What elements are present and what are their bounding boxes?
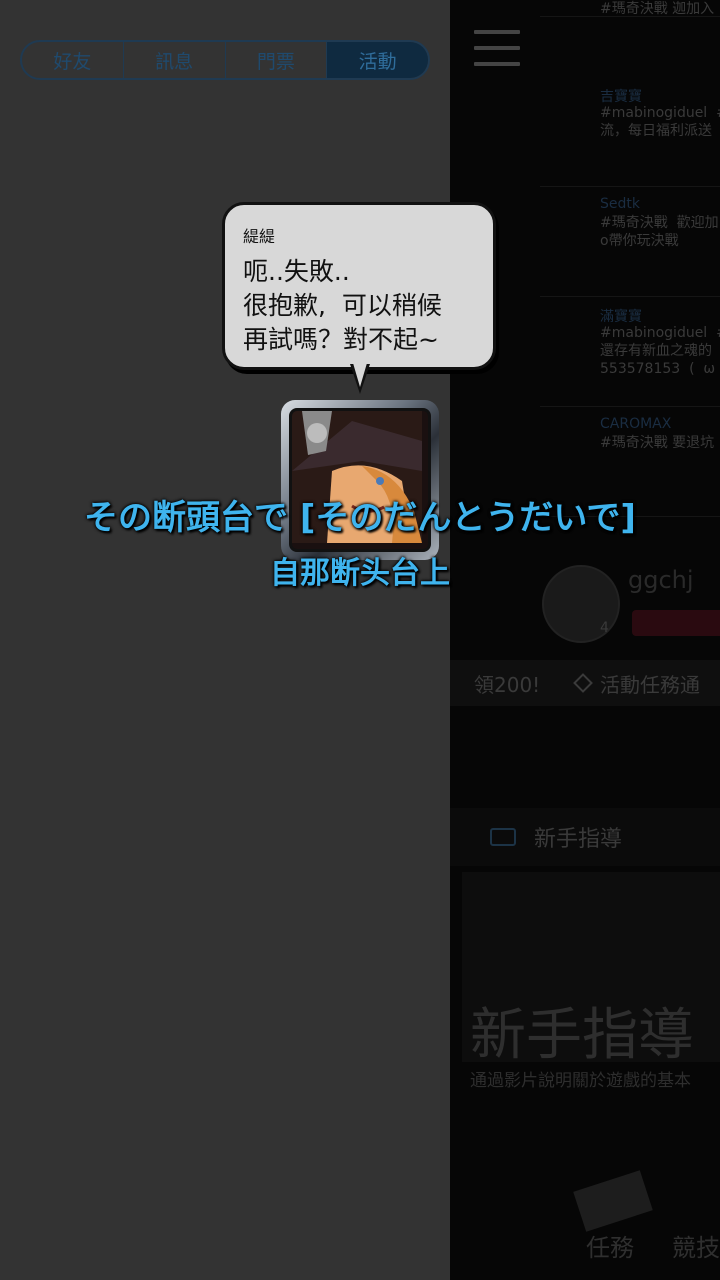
speaker-name: 緹緹 bbox=[243, 227, 276, 246]
feed-text: #mabinogiduel # 流，每日福利派送 bbox=[600, 105, 720, 139]
tab-events[interactable]: 活動 bbox=[327, 42, 428, 78]
activity-task-text: 活動任務通 bbox=[600, 672, 700, 697]
diamond-icon bbox=[573, 673, 593, 693]
activity-feed: #瑪奇決戰 迦加入 吉寶寶 #mabinogiduel # 流，每日福利派送 S… bbox=[540, 0, 720, 517]
side-drawer: 好友 訊息 門票 活動 bbox=[0, 0, 450, 1280]
tutorial-label: 新手指導 bbox=[534, 827, 623, 852]
drawer-tabs: 好友 訊息 門票 活動 bbox=[20, 40, 430, 80]
nav-task-label: 任務 bbox=[586, 1234, 634, 1262]
feed-author: 滿寶寶 bbox=[600, 309, 642, 325]
tab-friends[interactable]: 好友 bbox=[22, 42, 124, 78]
tutorial-menu-item[interactable]: 新手指導 bbox=[450, 808, 720, 866]
banner-title: 新手指導 bbox=[470, 1003, 694, 1068]
profile-badge bbox=[632, 610, 720, 636]
main-screen-dimmed: #瑪奇決戰 迦加入 吉寶寶 #mabinogiduel # 流，每日福利派送 S… bbox=[450, 0, 720, 1280]
feed-author: Sedtk bbox=[600, 196, 640, 212]
dialogue-message: 呃..失敗.. 很抱歉, 可以稍候 再試嗎？對不起~ bbox=[243, 257, 442, 354]
feed-item[interactable]: #瑪奇決戰 迦加入 bbox=[540, 0, 720, 17]
bubble-tail bbox=[350, 363, 370, 394]
profile-level: 4 bbox=[600, 620, 609, 636]
nav-arena-label[interactable]: 競技 bbox=[672, 1228, 720, 1263]
subtitle-japanese: その断頭台で [そのだんとうだいで] bbox=[84, 498, 636, 538]
activity-bar[interactable]: 領200! 活動任務通 bbox=[450, 660, 720, 706]
activity-reward-text: 領200! bbox=[474, 672, 541, 697]
feed-author: CAROMAX bbox=[600, 416, 672, 432]
menu-icon[interactable] bbox=[474, 30, 520, 68]
feed-item[interactable]: 吉寶寶 #mabinogiduel # 流，每日福利派送 bbox=[540, 82, 720, 187]
subtitle-chinese: 自那断头台上 bbox=[270, 556, 450, 591]
feed-item[interactable]: Sedtk #瑪奇決戰 歡迎加 o帶你玩決戰 bbox=[540, 192, 720, 297]
feed-text: #瑪奇決戰 歡迎加 o帶你玩決戰 bbox=[600, 215, 719, 249]
dialogue-bubble: 緹緹 呃..失敗.. 很抱歉, 可以稍候 再試嗎？對不起~ bbox=[222, 202, 496, 370]
feed-author: 吉寶寶 bbox=[600, 89, 642, 105]
feed-text: #瑪奇決戰 要退坑 bbox=[600, 435, 715, 451]
scroll-icon bbox=[573, 1170, 653, 1232]
feed-text: #瑪奇決戰 迦加入 bbox=[600, 1, 715, 17]
tab-messages[interactable]: 訊息 bbox=[124, 42, 226, 78]
banner-subtitle: 通過影片說明關於遊戲的基本 bbox=[470, 1071, 691, 1091]
feed-item[interactable]: 滿寶寶 #mabinogiduel # 還存有新血之魂的 553578153 (… bbox=[540, 302, 720, 407]
tab-tickets[interactable]: 門票 bbox=[226, 42, 328, 78]
book-icon bbox=[490, 828, 516, 846]
feed-text: #mabinogiduel # 還存有新血之魂的 553578153 ( ω bbox=[600, 325, 720, 377]
